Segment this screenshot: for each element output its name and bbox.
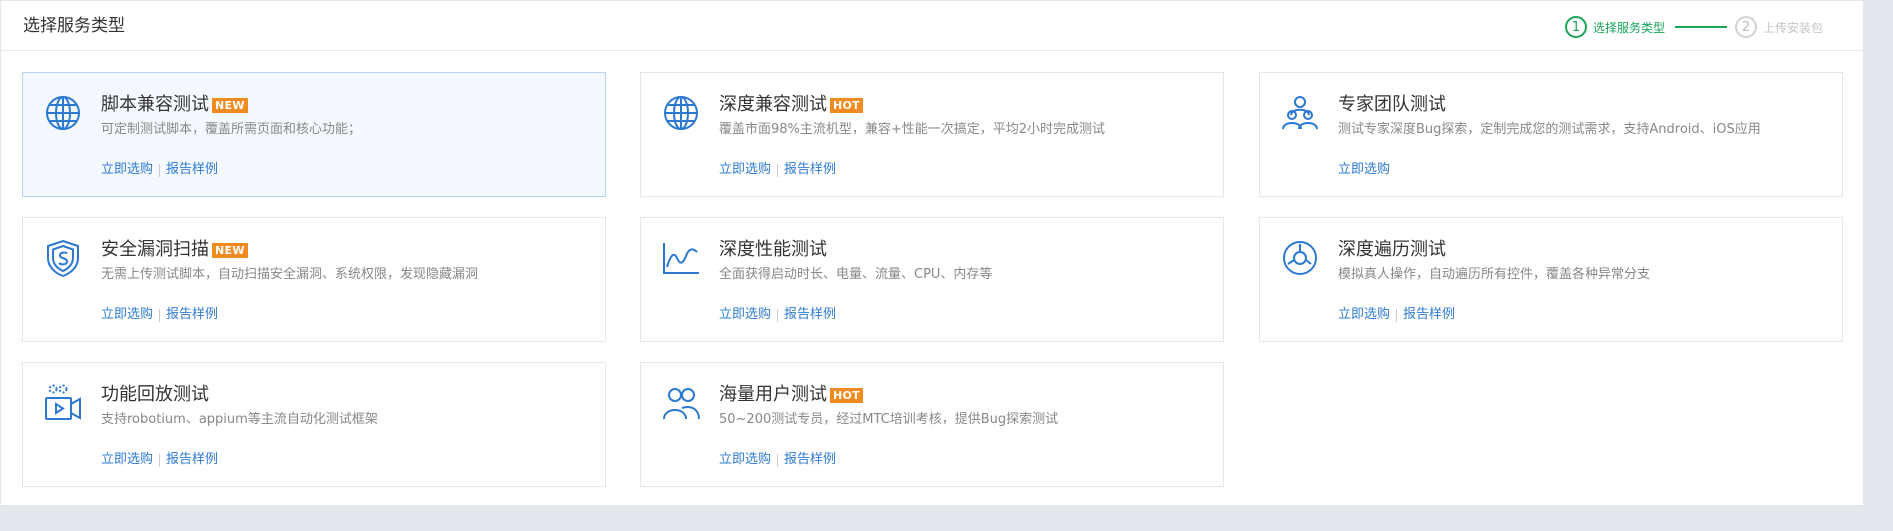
service-card-description: 测试专家深度Bug探索，定制完成您的测试需求，支持Android、iOS应用	[1338, 122, 1761, 137]
service-card-title-text: 海量用户测试	[719, 384, 827, 405]
service-card-links: 立即选购	[1338, 161, 1390, 179]
service-card-description: 无需上传测试脚本，自动扫描安全漏洞、系统权限，发现隐藏漏洞	[101, 267, 479, 282]
sample-report-link[interactable]: 报告样例	[166, 451, 218, 469]
sample-report-link[interactable]: 报告样例	[784, 161, 836, 179]
service-card-title: 安全漏洞扫描 NEW	[101, 238, 248, 262]
step-connector	[1674, 26, 1727, 28]
buy-now-link[interactable]: 立即选购	[719, 306, 771, 324]
buy-now-link[interactable]: 立即选购	[101, 306, 153, 324]
service-card-title-text: 深度遍历测试	[1338, 239, 1446, 260]
service-card-description: 全面获得启动时长、电量、流量、CPU、内存等	[719, 267, 993, 282]
step-2: 2 上传安装包	[1734, 16, 1823, 38]
link-divider	[777, 163, 779, 177]
badge-hot: HOT	[830, 387, 863, 403]
service-card-links: 立即选购 报告样例	[719, 161, 836, 179]
service-card-title-text: 功能回放测试	[101, 384, 209, 405]
service-card[interactable]: 安全漏洞扫描 NEW 无需上传测试脚本，自动扫描安全漏洞、系统权限，发现隐藏漏洞 立即…	[22, 217, 606, 342]
buy-now-link[interactable]: 立即选购	[1338, 161, 1390, 179]
link-divider	[1396, 308, 1398, 322]
sample-report-link[interactable]: 报告样例	[166, 306, 218, 324]
page-header: 选择服务类型 1 选择服务类型 2 上传安装包	[1, 1, 1863, 51]
step-1-number: 1	[1564, 16, 1587, 38]
service-card-title: 深度遍历测试	[1338, 238, 1446, 262]
service-card[interactable]: 深度性能测试全面获得启动时长、电量、流量、CPU、内存等 立即选购 报告样例	[640, 217, 1224, 342]
step-2-number: 2	[1734, 16, 1757, 38]
buy-now-link[interactable]: 立即选购	[101, 161, 153, 179]
step-2-label: 上传安装包	[1762, 20, 1823, 35]
service-card-links: 立即选购 报告样例	[101, 306, 218, 324]
service-card[interactable]: 海量用户测试 HOT 50~200测试专员，经过MTC培训考核，提供Bug探索测试立…	[640, 362, 1224, 487]
buy-now-link[interactable]: 立即选购	[1338, 306, 1390, 324]
sample-report-link[interactable]: 报告样例	[1403, 306, 1455, 324]
service-card-links: 立即选购 报告样例	[101, 451, 218, 469]
service-card[interactable]: 专家团队测试测试专家深度Bug探索，定制完成您的测试需求，支持Android、i…	[1259, 72, 1843, 197]
shield-icon	[43, 238, 83, 278]
service-card-title: 海量用户测试 HOT	[719, 383, 863, 407]
link-divider	[159, 163, 161, 177]
service-card-title: 深度兼容测试 HOT	[719, 93, 863, 117]
service-card-title: 功能回放测试	[101, 383, 209, 407]
badge-new: NEW	[212, 242, 248, 258]
service-card-description: 可定制测试脚本，覆盖所需页面和核心功能；	[101, 122, 362, 137]
service-card-title: 专家团队测试	[1338, 93, 1446, 117]
buy-now-link[interactable]: 立即选购	[719, 451, 771, 469]
globe-icon	[661, 93, 701, 133]
service-card[interactable]: 脚本兼容测试 NEW 可定制测试脚本，覆盖所需页面和核心功能； 立即选购 报告样例	[22, 72, 606, 197]
video-replay-icon	[43, 383, 83, 423]
users-icon	[661, 383, 701, 423]
badge-hot: HOT	[830, 97, 863, 113]
service-card-title: 深度性能测试	[719, 238, 827, 262]
buy-now-link[interactable]: 立即选购	[101, 451, 153, 469]
service-card-links: 立即选购 报告样例	[719, 451, 836, 469]
service-card[interactable]: 深度遍历测试模拟真人操作，自动遍历所有控件，覆盖各种异常分支 立即选购 报告样例	[1259, 217, 1843, 342]
service-card-title-text: 脚本兼容测试	[101, 94, 209, 115]
step-1-label: 选择服务类型	[1592, 20, 1665, 35]
buy-now-link[interactable]: 立即选购	[719, 161, 771, 179]
service-card-title: 脚本兼容测试 NEW	[101, 93, 248, 117]
sample-report-link[interactable]: 报告样例	[784, 451, 836, 469]
service-card-description: 50~200测试专员，经过MTC培训考核，提供Bug探索测试	[719, 412, 1059, 427]
sample-report-link[interactable]: 报告样例	[784, 306, 836, 324]
service-card-links: 立即选购 报告样例	[1338, 306, 1455, 324]
sample-report-link[interactable]: 报告样例	[166, 161, 218, 179]
page-title: 选择服务类型	[23, 16, 125, 36]
step-1: 1 选择服务类型	[1564, 16, 1665, 38]
service-card[interactable]: 功能回放测试支持robotium、appium等主流自动化测试框架 立即选购 报告样…	[22, 362, 606, 487]
service-card[interactable]: 深度兼容测试 HOT 覆盖市面98%主流机型，兼容+性能一次搞定，平均2小时完成测试…	[640, 72, 1224, 197]
service-card-title-text: 专家团队测试	[1338, 94, 1446, 115]
expert-team-icon	[1280, 93, 1320, 133]
service-card-description: 支持robotium、appium等主流自动化测试框架	[101, 412, 378, 427]
link-divider	[159, 308, 161, 322]
traverse-icon	[1280, 238, 1320, 278]
link-divider	[159, 453, 161, 467]
step-indicator: 1 选择服务类型 2 上传安装包	[1564, 14, 1823, 40]
main-panel: 选择服务类型 1 选择服务类型 2 上传安装包 脚本兼容测试 NEW 可定制测试脚本…	[0, 0, 1864, 506]
link-divider	[777, 308, 779, 322]
service-card-description: 覆盖市面98%主流机型，兼容+性能一次搞定，平均2小时完成测试	[719, 122, 1106, 137]
service-card-title-text: 安全漏洞扫描	[101, 239, 209, 260]
globe-icon	[43, 93, 83, 133]
service-card-links: 立即选购 报告样例	[101, 161, 218, 179]
service-card-links: 立即选购 报告样例	[719, 306, 836, 324]
service-card-description: 模拟真人操作，自动遍历所有控件，覆盖各种异常分支	[1338, 267, 1651, 282]
badge-new: NEW	[212, 97, 248, 113]
link-divider	[777, 453, 779, 467]
service-card-title-text: 深度兼容测试	[719, 94, 827, 115]
service-card-title-text: 深度性能测试	[719, 239, 827, 260]
line-chart-icon	[661, 238, 701, 278]
